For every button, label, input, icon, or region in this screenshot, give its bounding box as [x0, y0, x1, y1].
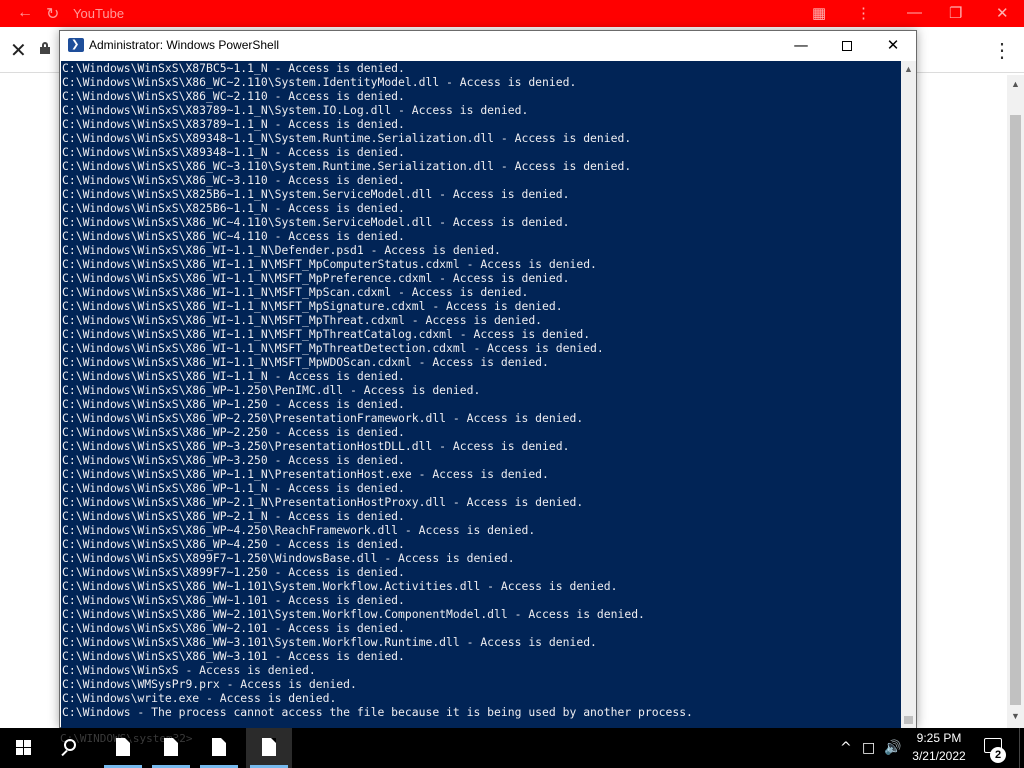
console-line: C:\Windows\WinSxS\X86_WW~1.101\System.Wo… [62, 579, 618, 593]
puzzle-icon[interactable]: ▦ [812, 4, 826, 22]
restore-icon[interactable]: ❐ [949, 4, 962, 22]
console-line: C:\Windows\WinSxS\X86_WC~3.110 - Access … [62, 173, 405, 187]
minimize-icon[interactable]: — [907, 4, 922, 21]
browser-titlebar: ← ↻ YouTube ▦ ⋮ — ❐ ✕ [0, 0, 1024, 27]
browser-scrollbar[interactable]: ▲ ▼ [1007, 75, 1024, 728]
console-line: C:\Windows\WinSxS\X86_WP~2.250 - Access … [62, 425, 405, 439]
network-icon[interactable]: □ [862, 728, 875, 768]
search-icon[interactable] [48, 728, 96, 768]
console-line: C:\Windows\WinSxS\X89348~1.1_N - Access … [62, 145, 405, 159]
console-line: C:\Windows\WinSxS - Access is denied. [62, 663, 316, 677]
console-line: C:\Windows\WinSxS\X86_WC~3.110\System.Ru… [62, 159, 632, 173]
windows-start-icon[interactable] [0, 728, 48, 768]
console-line: C:\Windows\write.exe - Access is denied. [62, 691, 337, 705]
scroll-up-icon[interactable]: ▲ [904, 64, 913, 74]
console-line: C:\Windows\WinSxS\X86_WP~4.250 - Access … [62, 537, 405, 551]
console-line: C:\Windows\WinSxS\X86_WP~2.1_N\Presentat… [62, 495, 584, 509]
document-icon [212, 738, 226, 756]
close-button[interactable]: ✕ [870, 31, 916, 60]
console-line: C:\Windows\WinSxS\X86_WC~2.110 - Access … [62, 89, 405, 103]
window-title: Administrator: Windows PowerShell [89, 38, 280, 52]
console-line: C:\Windows\WinSxS\X86_WP~3.250 - Access … [62, 453, 405, 467]
show-desktop-button[interactable] [1019, 728, 1024, 768]
taskbar-app-4[interactable] [246, 728, 292, 768]
lock-icon[interactable] [40, 42, 50, 54]
console-scrollbar[interactable]: ▲ [901, 61, 916, 728]
console-line: C:\Windows\WinSxS\X86_WI~1.1_N\MSFT_MpTh… [62, 341, 604, 355]
console-line: C:\Windows\WinSxS\X86_WI~1.1_N\MSFT_MpWD… [62, 355, 549, 369]
scrollbar-thumb[interactable] [904, 716, 913, 724]
console-line: C:\Windows\WinSxS\X86_WW~1.101 - Access … [62, 593, 405, 607]
console-line: C:\Windows\WinSxS\X86_WI~1.1_N\MSFT_MpPr… [62, 271, 570, 285]
console-line: C:\Windows\WMSysPr9.prx - Access is deni… [62, 677, 357, 691]
console-line: C:\Windows\WinSxS\X86_WW~2.101 - Access … [62, 621, 405, 635]
console-line: C:\Windows\WinSxS\X86_WW~2.101\System.Wo… [62, 607, 645, 621]
console-line: C:\Windows\WinSxS\X86_WI~1.1_N\MSFT_MpTh… [62, 327, 591, 341]
taskbar-app-3[interactable] [196, 728, 242, 768]
console-line: C:\Windows\WinSxS\X87BC5~1.1_N - Access … [62, 61, 405, 75]
console-line: C:\Windows\WinSxS\X899F7~1.250 - Access … [62, 565, 405, 579]
console-line: C:\Windows\WinSxS\X86_WP~1.250\PenIMC.dl… [62, 383, 481, 397]
console-line: C:\Windows\WinSxS\X86_WI~1.1_N\MSFT_MpSc… [62, 285, 529, 299]
scroll-down-icon[interactable]: ▼ [1011, 711, 1020, 721]
console-line: C:\Windows\WinSxS\X86_WC~2.110\System.Id… [62, 75, 577, 89]
console-line: C:\Windows\WinSxS\X83789~1.1_N\System.IO… [62, 103, 529, 117]
page-menu-icon[interactable]: ⋮ [992, 38, 1012, 63]
back-arrow-icon[interactable]: ← [17, 4, 33, 22]
refresh-icon[interactable]: ↻ [46, 4, 59, 24]
scroll-up-icon[interactable]: ▲ [1011, 79, 1020, 89]
scrollbar-thumb[interactable] [1010, 115, 1021, 705]
console-line: C:\Windows\WinSxS\X825B6~1.1_N\System.Se… [62, 187, 570, 201]
taskbar-app-2[interactable] [148, 728, 194, 768]
console-line: C:\Windows\WinSxS\X86_WI~1.1_N - Access … [62, 369, 405, 383]
console-line: C:\Windows\WinSxS\X86_WI~1.1_N\Defender.… [62, 243, 501, 257]
clock-time[interactable]: 9:25 PM [904, 731, 974, 745]
console-line: C:\Windows\WinSxS\X86_WW~3.101 - Access … [62, 649, 405, 663]
console-line: C:\Windows\WinSxS\X86_WP~2.250\Presentat… [62, 411, 584, 425]
console-line: C:\Windows\WinSxS\X83789~1.1_N - Access … [62, 117, 405, 131]
document-icon [164, 738, 178, 756]
powershell-window: ❯ Administrator: Windows PowerShell — ✕ … [59, 30, 917, 728]
console-line: C:\Windows\WinSxS\X86_WI~1.1_N\MSFT_MpTh… [62, 313, 543, 327]
console-line: C:\Windows\WinSxS\X86_WI~1.1_N\MSFT_MpSi… [62, 299, 563, 313]
close-page-icon[interactable]: ✕ [10, 38, 27, 63]
console-line: C:\Windows\WinSxS\X86_WP~1.1_N\Presentat… [62, 467, 549, 481]
tray-chevron-icon[interactable]: ^ [840, 728, 852, 768]
close-icon[interactable]: ✕ [996, 4, 1009, 22]
console-line: C:\Windows\WinSxS\X86_WC~4.110\System.Se… [62, 215, 570, 229]
console-line: C:\Windows\WinSxS\X89348~1.1_N\System.Ru… [62, 131, 632, 145]
console-line: C:\Windows\WinSxS\X86_WP~4.250\ReachFram… [62, 523, 536, 537]
clock-date[interactable]: 3/21/2022 [904, 749, 974, 763]
document-icon [262, 738, 276, 756]
powershell-titlebar[interactable]: ❯ Administrator: Windows PowerShell — ✕ [60, 31, 916, 60]
notification-badge: 2 [990, 747, 1006, 763]
console-line: C:\Windows\WinSxS\X86_WP~1.1_N - Access … [62, 481, 405, 495]
console-line: C:\Windows\WinSxS\X86_WI~1.1_N\MSFT_MpCo… [62, 257, 597, 271]
console-line: C:\Windows\WinSxS\X86_WP~3.250\Presentat… [62, 439, 570, 453]
console-line: C:\Windows\WinSxS\X86_WW~3.101\System.Wo… [62, 635, 597, 649]
console-line: C:\Windows\WinSxS\X825B6~1.1_N - Access … [62, 201, 405, 215]
maximize-button[interactable] [824, 31, 870, 60]
powershell-icon: ❯ [68, 38, 84, 52]
console-output[interactable]: C:\Windows\WinSxS\X87BC5~1.1_N - Access … [61, 61, 901, 728]
browser-title: YouTube [73, 6, 125, 21]
volume-icon[interactable]: 🔊 [884, 728, 901, 768]
console-line: C:\Windows\WinSxS\X86_WC~4.110 - Access … [62, 229, 405, 243]
console-line: C:\Windows - The process cannot access t… [62, 705, 693, 719]
console-line: C:\Windows\WinSxS\X86_WP~2.1_N - Access … [62, 509, 405, 523]
minimize-button[interactable]: — [778, 31, 824, 60]
console-line: C:\Windows\WinSxS\X86_WP~1.250 - Access … [62, 397, 405, 411]
document-icon [116, 738, 130, 756]
taskbar-app-1[interactable] [100, 728, 146, 768]
kebab-menu-icon[interactable]: ⋮ [856, 4, 871, 22]
console-line: C:\Windows\WinSxS\X899F7~1.250\WindowsBa… [62, 551, 515, 565]
taskbar: C:\WINDOWS\system32> ^ □ 🔊 9:25 PM 3/21/… [0, 728, 1024, 768]
